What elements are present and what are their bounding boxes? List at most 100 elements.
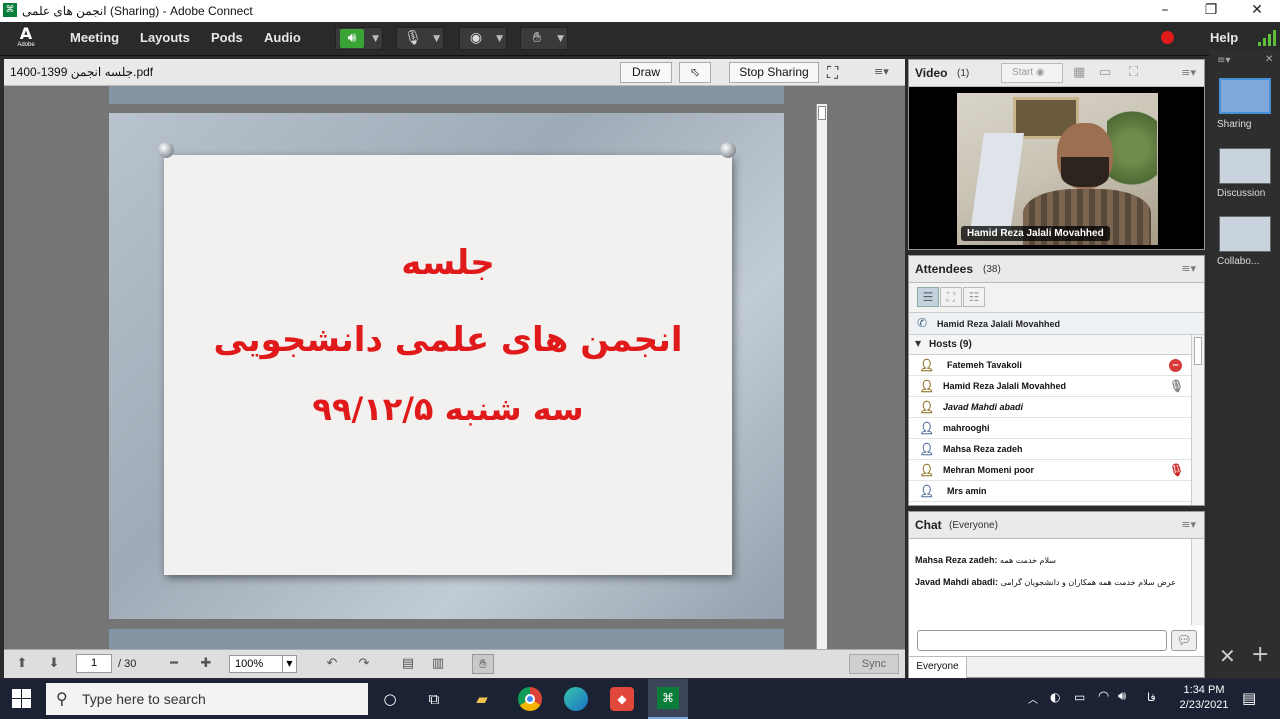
- adobe-connect-icon: ⌘: [3, 3, 17, 17]
- fullscreen-icon[interactable]: ⛶: [1129, 65, 1138, 80]
- attendees-pod: Attendees (38) ≡▾ ☰ ⛶ ☷ ✆ Hamid Reza Jal…: [908, 255, 1205, 506]
- close-icon[interactable]: ✕: [1265, 54, 1273, 65]
- cortana-icon[interactable]: ○: [378, 687, 402, 711]
- caret-down-icon[interactable]: ▼: [915, 339, 921, 348]
- page-number-input[interactable]: 1: [76, 654, 112, 673]
- adobe-connect-taskbar-item[interactable]: ⌘: [648, 679, 688, 719]
- taskbar-search[interactable]: ⚲ Type here to search: [46, 683, 368, 715]
- scrollbar-thumb[interactable]: [1194, 337, 1202, 365]
- layout-thumb-discussion[interactable]: [1219, 148, 1271, 184]
- list-view-icon[interactable]: ☰: [917, 287, 939, 307]
- add-layout-icon[interactable]: +: [1251, 642, 1269, 667]
- chat-tab-everyone[interactable]: Everyone: [909, 657, 967, 678]
- chat-input[interactable]: [917, 630, 1167, 651]
- pod-menu-icon[interactable]: ≡▾: [1181, 518, 1196, 531]
- minimize-button[interactable]: –: [1142, 0, 1188, 22]
- chat-title: Chat: [915, 518, 942, 532]
- microphone-icon[interactable]: 🎙︎: [401, 29, 425, 48]
- document-viewer[interactable]: جلسه انجمن های علمی دانشجویی سه شنبه ۹۹/…: [4, 86, 905, 649]
- status-view-icon[interactable]: ☷: [963, 287, 985, 307]
- speaker-control[interactable]: 🔊︎ ▼: [335, 27, 383, 50]
- battery-icon[interactable]: ▭: [1074, 690, 1085, 704]
- zoom-out-icon[interactable]: ━: [164, 654, 184, 674]
- chrome-icon[interactable]: [518, 687, 542, 711]
- input-language[interactable]: فا: [1147, 691, 1156, 704]
- attendee-row[interactable]: 👤︎ mahrooghi: [909, 418, 1191, 439]
- attendee-row[interactable]: 👤︎ Mehran Momeni poor 🎙︎: [909, 460, 1191, 481]
- breakout-view-icon[interactable]: ⛶: [940, 287, 962, 307]
- pushpin-icon: [158, 142, 174, 158]
- attendee-row[interactable]: 👤︎ Javad Mahdi abadi: [909, 397, 1191, 418]
- grid-view-icon[interactable]: ▦: [1073, 65, 1085, 80]
- chat-scrollbar[interactable]: [1191, 539, 1204, 625]
- layout-thumb-sharing[interactable]: [1219, 78, 1271, 114]
- windows-start-icon[interactable]: [12, 689, 32, 709]
- menu-pods[interactable]: Pods: [211, 30, 243, 45]
- rotate-right-icon[interactable]: ↷: [354, 654, 374, 674]
- hand-tool-icon[interactable]: ✋︎: [472, 654, 494, 674]
- webcam-icon[interactable]: ◉: [464, 29, 488, 48]
- manage-layouts-icon[interactable]: ✕: [1219, 644, 1236, 668]
- edge-icon[interactable]: [564, 687, 588, 711]
- draw-button[interactable]: Draw: [620, 62, 672, 83]
- document-scrollbar[interactable]: [816, 104, 827, 649]
- chevron-down-icon[interactable]: ▼: [557, 30, 564, 48]
- pod-menu-icon[interactable]: ≡▾: [1181, 262, 1196, 275]
- chat-sender: Mahsa Reza zadeh:: [915, 555, 998, 565]
- speaker-icon[interactable]: 🔊︎: [340, 29, 364, 48]
- attendee-row[interactable]: 👤︎ Mrs amin: [909, 481, 1191, 502]
- microphone-control[interactable]: 🎙︎ ▼: [396, 27, 444, 50]
- start-webcam-label: Start: [1012, 67, 1034, 78]
- menu-meeting[interactable]: Meeting: [70, 30, 119, 45]
- notifications-icon[interactable]: ▤: [1242, 689, 1256, 707]
- menu-audio[interactable]: Audio: [264, 30, 301, 45]
- filmstrip-view-icon[interactable]: ▭: [1099, 65, 1111, 80]
- task-view-icon[interactable]: ⧉: [422, 687, 446, 711]
- webcam-feed[interactable]: Hamid Reza Jalali Movahhed: [957, 93, 1158, 245]
- close-button[interactable]: ✕: [1234, 0, 1280, 22]
- clock[interactable]: 1:34 PM 2/23/2021: [1174, 684, 1234, 711]
- attendee-row[interactable]: 👤︎ Mahsa Reza zadeh: [909, 439, 1191, 460]
- layouts-menu-icon[interactable]: ≡▾: [1217, 55, 1230, 66]
- attendees-scrollbar[interactable]: [1191, 335, 1204, 505]
- raise-hand-icon[interactable]: ✋︎: [525, 29, 549, 48]
- zoom-in-icon[interactable]: ✚: [196, 654, 216, 674]
- pod-menu-icon[interactable]: ≡▾: [874, 65, 889, 78]
- stop-sharing-button[interactable]: Stop Sharing: [729, 62, 819, 83]
- menu-help[interactable]: Help: [1210, 30, 1238, 45]
- chevron-down-icon[interactable]: ▼: [496, 30, 503, 48]
- next-page-icon[interactable]: ⬇: [44, 654, 64, 674]
- previous-page-icon[interactable]: ⬆: [12, 654, 32, 674]
- start-webcam-button[interactable]: Start ◉: [1001, 63, 1063, 83]
- send-message-icon[interactable]: 💬︎: [1171, 630, 1197, 651]
- pod-menu-icon[interactable]: ≡▾: [1181, 66, 1196, 79]
- fit-page-icon[interactable]: ▤: [398, 654, 418, 674]
- layout-thumb-collaboration[interactable]: [1219, 216, 1271, 252]
- wifi-icon[interactable]: ◠: [1098, 689, 1109, 704]
- maximize-button[interactable]: ❐: [1188, 0, 1234, 22]
- hosts-group-header[interactable]: ▼ Hosts (9): [909, 335, 1191, 355]
- pointer-tool-icon[interactable]: ⬁: [679, 62, 711, 83]
- raise-hand-control[interactable]: ✋︎ ▼: [520, 27, 568, 50]
- attendee-row[interactable]: 👤︎ Fatemeh Tavakoli –: [909, 355, 1191, 376]
- file-explorer-icon[interactable]: ▰: [470, 687, 494, 711]
- chevron-down-icon[interactable]: ▼: [372, 30, 379, 48]
- record-indicator-icon[interactable]: [1161, 31, 1174, 44]
- layout-label-collaboration: Collabo...: [1217, 256, 1260, 267]
- attendee-row[interactable]: 👤︎ Hamid Reza Jalali Movahhed 🎙︎: [909, 376, 1191, 397]
- anydesk-icon[interactable]: ◆: [610, 687, 634, 711]
- menu-layouts[interactable]: Layouts: [140, 30, 190, 45]
- webcam-control[interactable]: ◉ ▼: [459, 27, 507, 50]
- fit-width-icon[interactable]: ▥: [428, 654, 448, 674]
- slide-paper: جلسه انجمن های علمی دانشجویی سه شنبه ۹۹/…: [158, 142, 736, 575]
- scrollbar-thumb[interactable]: [818, 106, 826, 120]
- sync-button[interactable]: Sync: [849, 654, 899, 674]
- zoom-select[interactable]: 100% ▼: [229, 655, 297, 673]
- fullscreen-icon[interactable]: ⛶: [827, 63, 838, 83]
- rotate-left-icon[interactable]: ↶: [322, 654, 342, 674]
- chevron-down-icon[interactable]: ▼: [433, 30, 440, 48]
- show-hidden-icons-icon[interactable]: ︿: [1028, 691, 1038, 706]
- meet-now-icon[interactable]: ◐: [1050, 690, 1060, 704]
- volume-icon[interactable]: 🔊︎: [1118, 689, 1126, 704]
- chevron-down-icon[interactable]: ▼: [282, 656, 296, 672]
